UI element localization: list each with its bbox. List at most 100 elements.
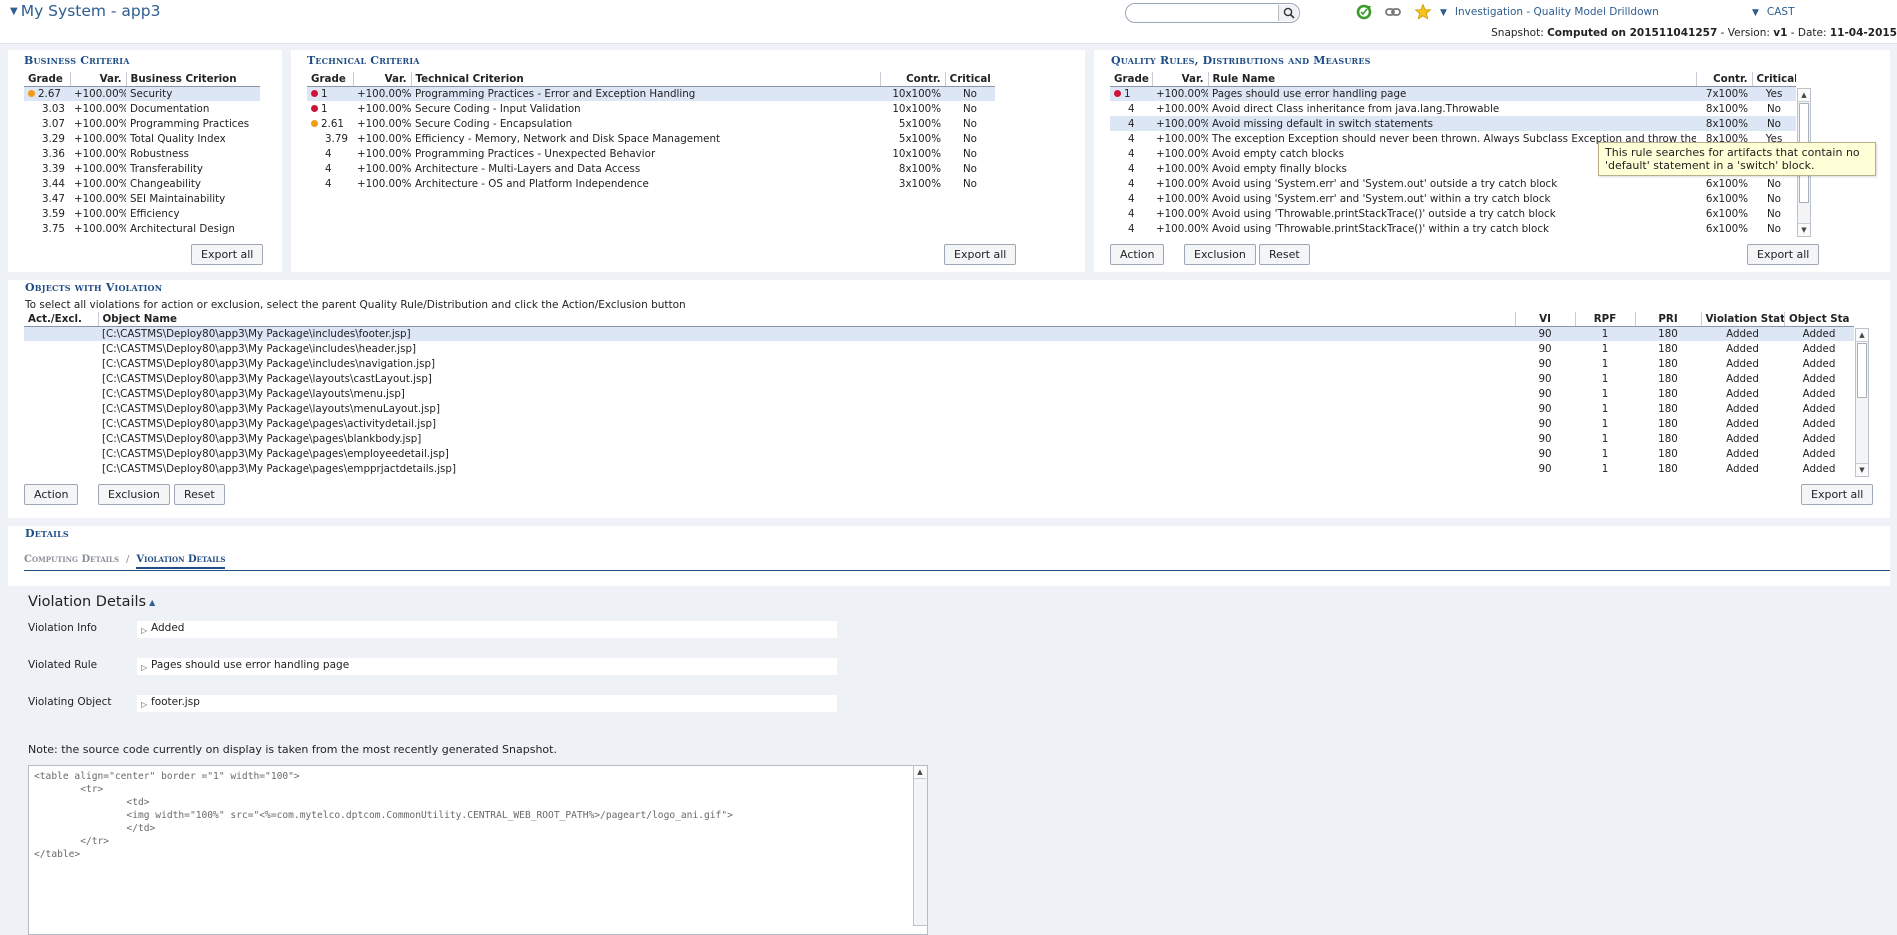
objects-scrollbar[interactable]: ▲ ▼	[1855, 328, 1869, 477]
rule-name-cell: Avoid direct Class inheritance from java…	[1212, 102, 1500, 115]
col-var[interactable]: Var.	[352, 72, 411, 87]
export-all-button[interactable]: Export all	[1747, 244, 1820, 265]
violation-info-value: Added	[151, 622, 185, 634]
violation-status-cell: Added	[1726, 372, 1759, 385]
table-row[interactable]: 1 +100.00% Secure Coding - Input Validatio…	[307, 101, 995, 116]
cast-menu[interactable]: ▼ CAST	[1752, 6, 1795, 18]
rule-name-cell: Avoid using 'Throwable.printStackTrace()…	[1212, 222, 1549, 235]
table-row[interactable]: 3.79 +100.00% Efficiency - Memory, Network…	[307, 131, 995, 146]
tab-computing-details[interactable]: Computing Details	[24, 554, 119, 565]
table-row[interactable]: 3.59 +100.00% Efficiency	[24, 206, 260, 221]
table-row[interactable]: 3.07 +100.00% Programming Practices	[24, 116, 260, 131]
col-vi[interactable]: VI	[1514, 312, 1575, 327]
table-row[interactable]: 4 +100.00% Avoid using 'Throwable.printSta…	[1110, 206, 1796, 221]
reset-button[interactable]: Reset	[174, 484, 225, 505]
table-row[interactable]: 4 +100.00% Programming Practices - Unexpec…	[307, 146, 995, 161]
export-all-button[interactable]: Export all	[944, 244, 1017, 265]
search-input[interactable]	[1125, 3, 1300, 23]
table-row[interactable]: 4 +100.00% Architecture - Multi-Layers and…	[307, 161, 995, 176]
violating-object-field[interactable]: ▷ footer.jsp	[137, 695, 837, 712]
table-row[interactable]: [C:\CASTMS\Deploy80\app3\My Package\layo…	[24, 371, 1854, 386]
expand-arrow-icon[interactable]: ▷	[141, 697, 147, 712]
collapse-caret-icon[interactable]: ▲	[149, 598, 155, 607]
violated-rule-field[interactable]: ▷ Pages should use error handling page	[137, 658, 837, 675]
col-violation-status[interactable]: Violation Stat	[1700, 312, 1784, 327]
col-contr[interactable]: Contr.	[879, 72, 945, 87]
table-row[interactable]: 3.47 +100.00% SEI Maintainability	[24, 191, 260, 206]
col-act-excl[interactable]: Act./Excl.	[24, 312, 98, 327]
scroll-up-arrow-icon[interactable]: ▲	[914, 766, 926, 779]
grade-value: 1	[321, 87, 328, 100]
action-button[interactable]: Action	[1110, 244, 1165, 265]
col-object-name[interactable]: Object Name	[97, 312, 1515, 327]
col-grade[interactable]: Grade	[1110, 72, 1152, 87]
col-var[interactable]: Var.	[69, 72, 126, 87]
table-row[interactable]: [C:\CASTMS\Deploy80\app3\My Package\page…	[24, 416, 1854, 431]
table-row[interactable]: 2.67 +100.00% Security	[24, 86, 260, 101]
col-business-criterion[interactable]: Business Criterion	[125, 72, 260, 87]
expand-arrow-icon[interactable]: ▷	[141, 660, 147, 675]
export-all-button[interactable]: Export all	[191, 244, 264, 265]
investigation-menu[interactable]: ▼ Investigation - Quality Model Drilldown	[1440, 6, 1659, 18]
table-row[interactable]: 4 +100.00% Avoid using 'System.err' and 'S…	[1110, 176, 1796, 191]
table-row[interactable]: 3.39 +100.00% Transferability	[24, 161, 260, 176]
reset-button[interactable]: Reset	[1259, 244, 1310, 265]
violation-info-field[interactable]: ▷ Added	[137, 621, 837, 638]
col-contr[interactable]: Contr.	[1695, 72, 1752, 87]
table-row[interactable]: [C:\CASTMS\Deploy80\app3\My Package\layo…	[24, 401, 1854, 416]
table-row[interactable]: 3.44 +100.00% Changeability	[24, 176, 260, 191]
table-row[interactable]: 3.36 +100.00% Robustness	[24, 146, 260, 161]
table-row[interactable]: [C:\CASTMS\Deploy80\app3\My Package\incl…	[24, 356, 1854, 371]
table-row[interactable]: [C:\CASTMS\Deploy80\app3\My Package\layo…	[24, 386, 1854, 401]
col-var[interactable]: Var.	[1151, 72, 1208, 87]
scroll-up-arrow-icon[interactable]: ▲	[1856, 329, 1868, 342]
table-row[interactable]: 4 +100.00% Avoid using 'System.err' and 'S…	[1110, 191, 1796, 206]
table-row[interactable]: 3.03 +100.00% Documentation	[24, 101, 260, 116]
col-critical[interactable]: Critical	[1751, 72, 1796, 87]
favorite-star-icon[interactable]	[1414, 3, 1434, 21]
table-row[interactable]: [C:\CASTMS\Deploy80\app3\My Package\page…	[24, 446, 1854, 461]
rule-name-cell: Avoid missing default in switch statemen…	[1208, 116, 1696, 131]
exclusion-button[interactable]: Exclusion	[98, 484, 170, 505]
table-row[interactable]: 1 +100.00% Programming Practices - Error a…	[307, 86, 995, 101]
contr-cell: 5x100%	[898, 117, 941, 130]
col-object-status[interactable]: Object Sta	[1783, 312, 1854, 327]
col-pri[interactable]: PRI	[1634, 312, 1701, 327]
search-button[interactable]	[1278, 5, 1298, 21]
export-all-button[interactable]: Export all	[1801, 484, 1874, 505]
table-row[interactable]: [C:\CASTMS\Deploy80\app3\My Package\page…	[24, 461, 1854, 476]
col-technical-criterion[interactable]: Technical Criterion	[410, 72, 880, 87]
source-code-viewer[interactable]: <table align="center" border ="1" width=…	[28, 765, 928, 935]
table-row[interactable]: [C:\CASTMS\Deploy80\app3\My Package\incl…	[24, 341, 1854, 356]
action-button[interactable]: Action	[24, 484, 79, 505]
col-grade[interactable]: Grade	[307, 72, 353, 87]
col-rule-name[interactable]: Rule Name	[1207, 72, 1696, 87]
table-row[interactable]: 3.29 +100.00% Total Quality Index	[24, 131, 260, 146]
table-row[interactable]: 4 +100.00% Avoid direct Class inheritance …	[1110, 101, 1796, 116]
grade-value: 4	[325, 177, 332, 190]
app-selector[interactable]: ▼ My System - app3	[10, 2, 160, 20]
table-row[interactable]: 2.61 +100.00% Secure Coding - Encapsulatio…	[307, 116, 995, 131]
tab-separator: /	[126, 554, 130, 565]
violation-details-section[interactable]: Violation Details ▲	[28, 594, 155, 610]
exclusion-button[interactable]: Exclusion	[1184, 244, 1256, 265]
table-row[interactable]: 1 +100.00% Pages should use error handling…	[1110, 86, 1796, 101]
table-row[interactable]: 4 +100.00% Avoid missing default in switch…	[1110, 116, 1796, 131]
expand-arrow-icon[interactable]: ▷	[141, 623, 147, 638]
col-grade[interactable]: Grade	[24, 72, 70, 87]
table-row[interactable]: 4 +100.00% Architecture - OS and Platform …	[307, 176, 995, 191]
table-row[interactable]: [C:\CASTMS\Deploy80\app3\My Package\page…	[24, 431, 1854, 446]
refresh-icon[interactable]	[1355, 3, 1375, 21]
link-icon[interactable]	[1384, 3, 1404, 21]
scroll-down-arrow-icon[interactable]: ▼	[1798, 223, 1810, 236]
col-rpf[interactable]: RPF	[1574, 312, 1635, 327]
source-code-scrollbar[interactable]: ▲	[913, 766, 927, 926]
table-row[interactable]: [C:\CASTMS\Deploy80\app3\My Package\incl…	[24, 326, 1854, 341]
scroll-down-arrow-icon[interactable]: ▼	[1856, 463, 1868, 476]
table-row[interactable]: 4 +100.00% Avoid using 'Throwable.printSta…	[1110, 221, 1796, 236]
col-critical[interactable]: Critical	[944, 72, 995, 87]
scroll-up-arrow-icon[interactable]: ▲	[1798, 89, 1810, 102]
tab-violation-details[interactable]: Violation Details	[136, 554, 226, 569]
scroll-thumb[interactable]	[1857, 343, 1867, 398]
table-row[interactable]: 3.75 +100.00% Architectural Design	[24, 221, 260, 236]
